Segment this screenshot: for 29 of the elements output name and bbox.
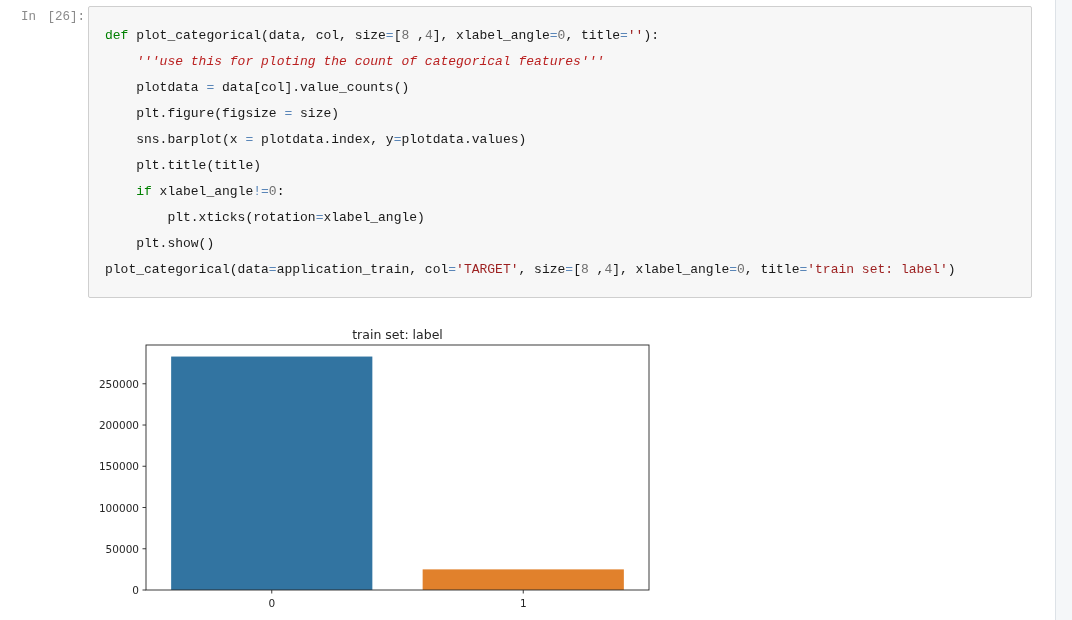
code-editor[interactable] <box>88 6 1032 298</box>
code-line: plt.title(title) <box>135 157 262 175</box>
y-tick-mark <box>142 548 147 550</box>
y-tick-mark <box>142 383 147 385</box>
code-line: plot_categorical(data=application_train, col='TARGET', size=[8 ,4], xlabel_angle=0, title='train set: label') <box>105 261 956 279</box>
cell-prompt: In [26]: <box>20 9 86 24</box>
code-line: plt.show() <box>135 235 215 253</box>
code-line: plt.figure(figsize = size) <box>135 105 340 123</box>
y-tick-label: 100000 <box>98 501 139 514</box>
x-tick-label: 1 <box>519 597 527 609</box>
code-line: def plot_categorical(data, col, size=[8 ,4], xlabel_angle=0, title=''): <box>105 27 659 45</box>
y-tick-mark <box>142 507 147 508</box>
code-line: plotdata = data[col].value_counts() <box>135 79 410 97</box>
x-tick-mark <box>522 589 524 594</box>
code-line: '''use this for ploting the count of categorical features''' <box>135 53 605 71</box>
x-tick-label: 0 <box>268 597 276 609</box>
y-tick-mark <box>142 465 147 467</box>
y-tick-label: 150000 <box>98 460 139 473</box>
y-tick-label: 50000 <box>105 542 139 555</box>
code-line: if xlabel_angle!=0: <box>135 183 285 201</box>
y-tick-label: 200000 <box>98 419 139 431</box>
y-tick-label: 0 <box>132 584 139 596</box>
y-tick-label: 250000 <box>98 377 139 390</box>
x-tick-mark <box>271 589 273 594</box>
code-line: sns.barplot(x = plotdata.index, y=plotdata.values) <box>135 131 527 149</box>
y-tick-mark <box>142 424 147 426</box>
chart-title: train set: label <box>352 326 443 342</box>
y-tick-mark <box>142 589 147 591</box>
code-line: plt.xticks(rotation=xlabel_angle) <box>166 209 425 227</box>
